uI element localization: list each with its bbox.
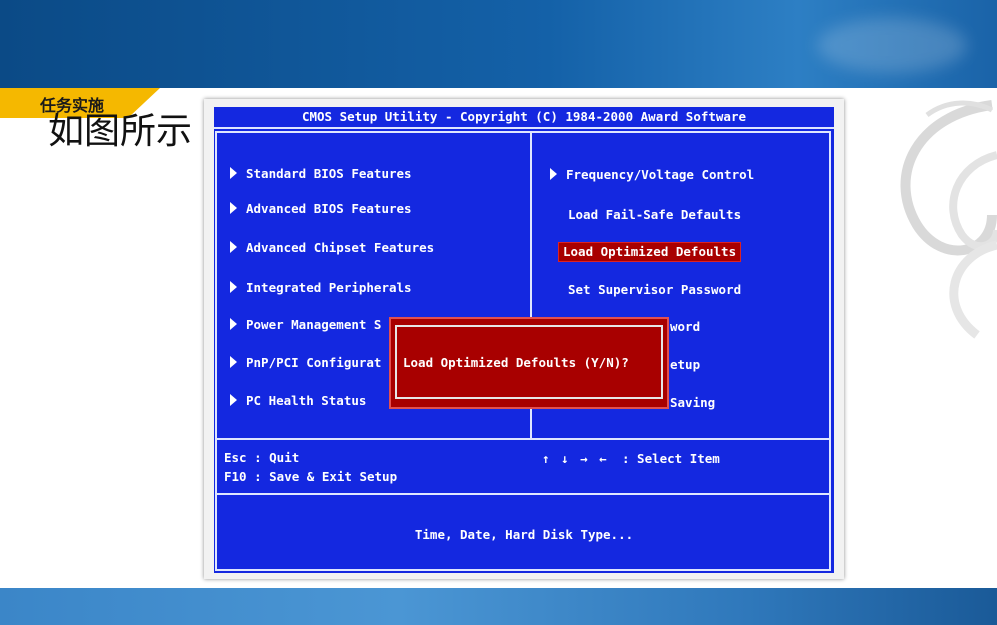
bios-description-divider bbox=[215, 493, 831, 495]
arrow-right-icon bbox=[230, 167, 237, 179]
arrow-keys-icon: ↑ ↓ → ← bbox=[542, 451, 609, 466]
menu-item-frequency-voltage-control[interactable]: Frequency/Voltage Control bbox=[550, 166, 754, 184]
menu-item-power-management[interactable]: Power Management S bbox=[230, 316, 381, 334]
bios-screen: CMOS Setup Utility - Copyright (C) 1984-… bbox=[214, 107, 834, 573]
arrow-right-icon bbox=[230, 394, 237, 406]
top-banner bbox=[0, 0, 997, 88]
confirm-dialog[interactable]: Load Optimized Defoults (Y/N)? bbox=[389, 317, 669, 409]
arrow-right-icon bbox=[550, 168, 557, 180]
bios-screenshot: CMOS Setup Utility - Copyright (C) 1984-… bbox=[204, 99, 844, 579]
arrow-right-icon bbox=[230, 318, 237, 330]
menu-item-exit-without-saving[interactable]: Saving bbox=[670, 394, 715, 412]
arrow-right-icon bbox=[230, 202, 237, 214]
help-f10-save-exit: F10 : Save & Exit Setup bbox=[224, 469, 398, 484]
arrow-right-icon bbox=[230, 281, 237, 293]
dialog-message: Load Optimized Defoults (Y/N)? bbox=[403, 355, 629, 370]
menu-item-integrated-peripherals[interactable]: Integrated Peripherals bbox=[230, 279, 412, 297]
menu-item-standard-bios-features[interactable]: Standard BIOS Features bbox=[230, 165, 412, 183]
help-esc-quit: Esc : Quit bbox=[224, 450, 300, 465]
help-select-item: : Select Item bbox=[622, 451, 720, 466]
arrow-right-icon bbox=[230, 356, 237, 368]
menu-item-pc-health-status[interactable]: PC Health Status bbox=[230, 392, 366, 410]
decorative-swirl bbox=[900, 100, 997, 339]
menu-item-save-exit-setup[interactable]: etup bbox=[670, 356, 700, 374]
arrow-right-icon bbox=[230, 241, 237, 253]
slide-subtitle: 如图所示 bbox=[48, 111, 193, 152]
menu-item-pnp-pci-configuration[interactable]: PnP/PCI Configurat bbox=[230, 354, 381, 372]
menu-item-load-fail-safe-defaults[interactable]: Load Fail-Safe Defaults bbox=[568, 206, 741, 224]
menu-item-advanced-chipset-features[interactable]: Advanced Chipset Features bbox=[230, 239, 434, 257]
menu-item-set-supervisor-password[interactable]: Set Supervisor Password bbox=[568, 281, 741, 299]
banner-glow bbox=[817, 18, 967, 73]
menu-item-load-optimized-defaults[interactable]: Load Optimized Defoults bbox=[558, 242, 742, 262]
bottom-banner bbox=[0, 588, 997, 625]
menu-item-advanced-bios-features[interactable]: Advanced BIOS Features bbox=[230, 200, 412, 218]
bios-title: CMOS Setup Utility - Copyright (C) 1984-… bbox=[214, 107, 834, 129]
bios-help-divider bbox=[215, 438, 831, 440]
menu-item-set-user-password[interactable]: word bbox=[670, 318, 700, 336]
item-description: Time, Date, Hard Disk Type... bbox=[414, 527, 634, 542]
